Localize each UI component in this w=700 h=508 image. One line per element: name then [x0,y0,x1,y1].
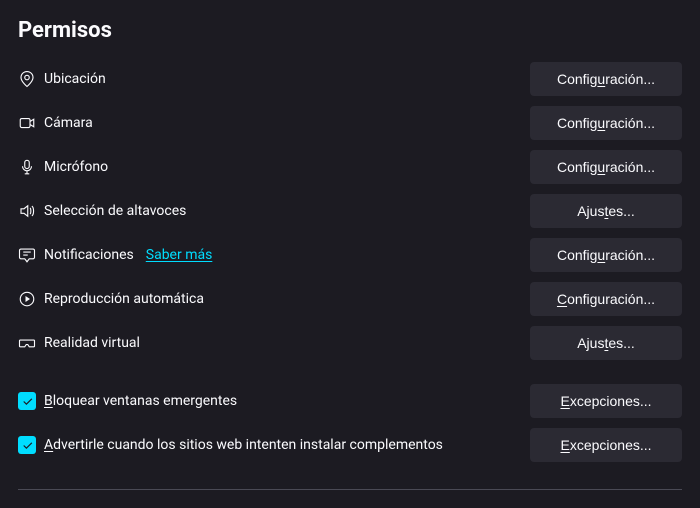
row-notifications: Notificaciones Saber más Configuración..… [18,237,682,273]
speaker-label: Selección de altavoces [44,203,186,219]
row-popup: Bloquear ventanas emergentes Excepciones… [18,383,682,419]
addons-checkbox[interactable] [18,436,36,454]
page-title: Permisos [18,18,682,43]
microphone-label: Micrófono [44,159,108,175]
autoplay-icon [18,290,36,308]
notifications-learn-more-link[interactable]: Saber más [146,247,213,263]
row-camera: Cámara Configuración... [18,105,682,141]
speaker-icon [18,202,36,220]
camera-settings-button[interactable]: Configuración... [530,106,682,140]
addons-exceptions-button[interactable]: Excepciones... [530,428,682,462]
location-icon [18,70,36,88]
row-speaker: Selección de altavoces Ajustes... [18,193,682,229]
autoplay-settings-button[interactable]: Configuración... [530,282,682,316]
notifications-settings-button[interactable]: Configuración... [530,238,682,272]
vr-settings-button[interactable]: Ajustes... [530,326,682,360]
vr-icon [18,334,36,352]
popup-label[interactable]: Bloquear ventanas emergentes [44,393,237,409]
notifications-icon [18,246,36,264]
row-vr: Realidad virtual Ajustes... [18,325,682,361]
camera-icon [18,114,36,132]
autoplay-label: Reproducción automática [44,291,204,307]
vr-label: Realidad virtual [44,335,140,351]
popup-checkbox[interactable] [18,392,36,410]
popup-exceptions-button[interactable]: Excepciones... [530,384,682,418]
row-location: Ubicación Configuración... [18,61,682,97]
microphone-settings-button[interactable]: Configuración... [530,150,682,184]
row-addons: Advertirle cuando los sitios web intente… [18,427,682,463]
location-label: Ubicación [44,71,106,87]
notifications-label: Notificaciones [44,247,134,263]
location-settings-button[interactable]: Configuración... [530,62,682,96]
microphone-icon [18,158,36,176]
section-divider [18,489,682,490]
speaker-settings-button[interactable]: Ajustes... [530,194,682,228]
row-microphone: Micrófono Configuración... [18,149,682,185]
row-autoplay: Reproducción automática Configuración... [18,281,682,317]
addons-label[interactable]: Advertirle cuando los sitios web intente… [44,437,443,453]
camera-label: Cámara [44,115,93,131]
